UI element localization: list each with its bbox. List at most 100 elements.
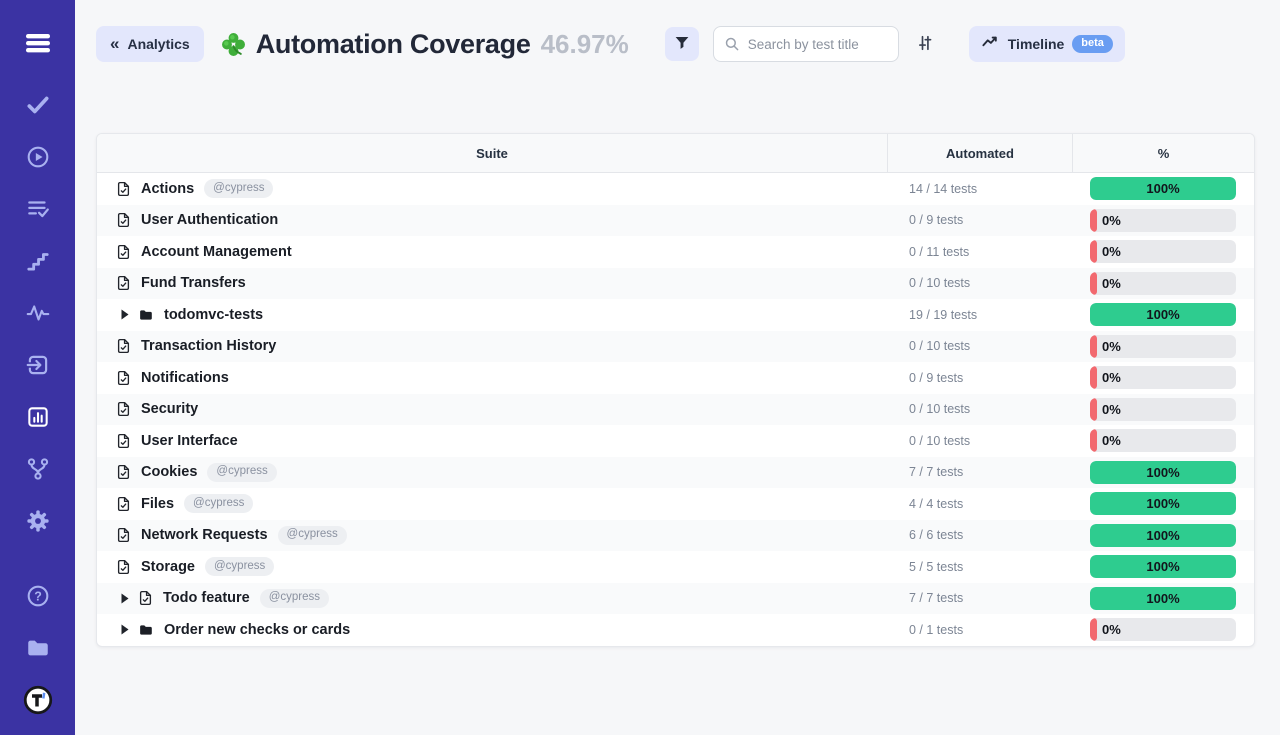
funnel-icon [673,34,691,55]
percent-bar: 100% [1090,492,1236,515]
check-icon [25,92,51,118]
suite-name: Todo feature [163,590,250,606]
coverage-table: Suite Automated % Actions @cypress 14 / … [96,133,1255,647]
table-row[interactable]: Network Requests @cypress 6 / 6 tests 10… [97,520,1254,552]
table-row[interactable]: Order new checks or cards 0 / 1 tests 0% [97,614,1254,646]
table-row[interactable]: Transaction History 0 / 10 tests 0% [97,331,1254,363]
filter-button[interactable] [665,27,699,61]
automated-count: 0 / 1 tests [887,623,1072,637]
percent-bar: 100% [1090,587,1236,610]
table-row[interactable]: Files @cypress 4 / 4 tests 100% [97,488,1254,520]
expand-caret-icon[interactable] [121,593,129,604]
sidebar-item-branches[interactable] [18,452,58,486]
percent-label: 0% [1102,429,1121,452]
table-body: Actions @cypress 14 / 14 tests 100% User… [97,173,1254,646]
table-row[interactable]: Todo feature @cypress 7 / 7 tests 100% [97,583,1254,615]
percent-label: 100% [1090,177,1236,200]
suite-name: Transaction History [141,338,276,354]
percent-cell: 100% [1072,492,1254,515]
percent-cell: 100% [1072,524,1254,547]
suite-cell: Account Management [97,243,887,261]
percent-bar: 100% [1090,555,1236,578]
percent-fill [1090,209,1097,232]
table-row[interactable]: Fund Transfers 0 / 10 tests 0% [97,268,1254,300]
suite-name: Security [141,401,198,417]
table-row[interactable]: User Authentication 0 / 9 tests 0% [97,205,1254,237]
suite-cell: Security [97,400,887,418]
sidebar-item-import[interactable] [18,348,58,382]
sidebar-item-steps[interactable] [18,244,58,278]
file-check-icon [115,211,132,229]
sign-in-icon [25,352,51,378]
activity-icon [25,300,51,326]
back-to-analytics-button[interactable]: « Analytics [96,26,204,62]
columns-settings-button[interactable] [909,27,941,61]
sidebar-item-projects[interactable] [18,631,58,665]
percent-fill [1090,335,1097,358]
suite-tag: @cypress [207,463,276,482]
sidebar: ? [0,0,75,735]
file-check-icon [115,400,132,418]
page-title: Automation Coverage [256,29,531,60]
automated-count: 6 / 6 tests [887,528,1072,542]
column-header-percent[interactable]: % [1072,134,1254,172]
percent-label: 0% [1102,335,1121,358]
table-row[interactable]: Storage @cypress 5 / 5 tests 100% [97,551,1254,583]
automated-count: 0 / 9 tests [887,213,1072,227]
table-row[interactable]: User Interface 0 / 10 tests 0% [97,425,1254,457]
percent-bar: 100% [1090,303,1236,326]
percent-bar: 100% [1090,461,1236,484]
percent-cell: 100% [1072,177,1254,200]
app-logo[interactable] [18,683,58,717]
suite-cell: Network Requests @cypress [97,526,887,545]
automated-count: 0 / 10 tests [887,434,1072,448]
file-check-icon [115,495,132,513]
percent-fill [1090,429,1097,452]
percent-cell: 0% [1072,335,1254,358]
percent-fill [1090,398,1097,421]
suite-tag: @cypress [204,179,273,198]
percent-bar: 100% [1090,177,1236,200]
automated-count: 4 / 4 tests [887,497,1072,511]
sidebar-item-test-plans[interactable] [18,192,58,226]
menu-button[interactable] [18,26,58,60]
automated-count: 0 / 10 tests [887,402,1072,416]
sidebar-item-tests[interactable] [18,88,58,122]
table-row[interactable]: Account Management 0 / 11 tests 0% [97,236,1254,268]
percent-cell: 100% [1072,461,1254,484]
sliders-icon [915,33,935,56]
sidebar-item-pulse[interactable] [18,296,58,330]
percent-bar: 0% [1090,209,1236,232]
suite-cell: todomvc-tests [97,307,887,323]
file-check-icon [115,337,132,355]
sidebar-item-settings[interactable] [18,504,58,538]
expand-caret-icon[interactable] [121,624,129,635]
gear-icon [25,508,51,534]
sidebar-item-analytics[interactable] [18,400,58,434]
table-row[interactable]: Actions @cypress 14 / 14 tests 100% [97,173,1254,205]
main-content: « Analytics Automation Coverage 46.97% [75,0,1280,735]
suite-name: Account Management [141,244,292,260]
percent-bar: 0% [1090,240,1236,263]
table-row[interactable]: Cookies @cypress 7 / 7 tests 100% [97,457,1254,489]
back-button-label: Analytics [127,36,189,52]
file-check-icon [115,180,132,198]
hamburger-icon [23,31,53,55]
table-row[interactable]: Notifications 0 / 9 tests 0% [97,362,1254,394]
search-wrap [713,26,899,62]
column-header-suite[interactable]: Suite [97,134,887,172]
sidebar-item-runs[interactable] [18,140,58,174]
column-header-automated[interactable]: Automated [887,134,1072,172]
timeline-button[interactable]: Timeline beta [969,26,1125,62]
percent-cell: 0% [1072,240,1254,263]
table-row[interactable]: todomvc-tests 19 / 19 tests 100% [97,299,1254,331]
sidebar-item-help[interactable]: ? [18,579,58,613]
suite-name: Storage [141,559,195,575]
percent-cell: 0% [1072,398,1254,421]
percent-label: 0% [1102,272,1121,295]
table-row[interactable]: Security 0 / 10 tests 0% [97,394,1254,426]
expand-caret-icon[interactable] [121,309,129,320]
suite-name: Network Requests [141,527,268,543]
suite-cell: Storage @cypress [97,557,887,576]
percent-label: 0% [1102,618,1121,641]
